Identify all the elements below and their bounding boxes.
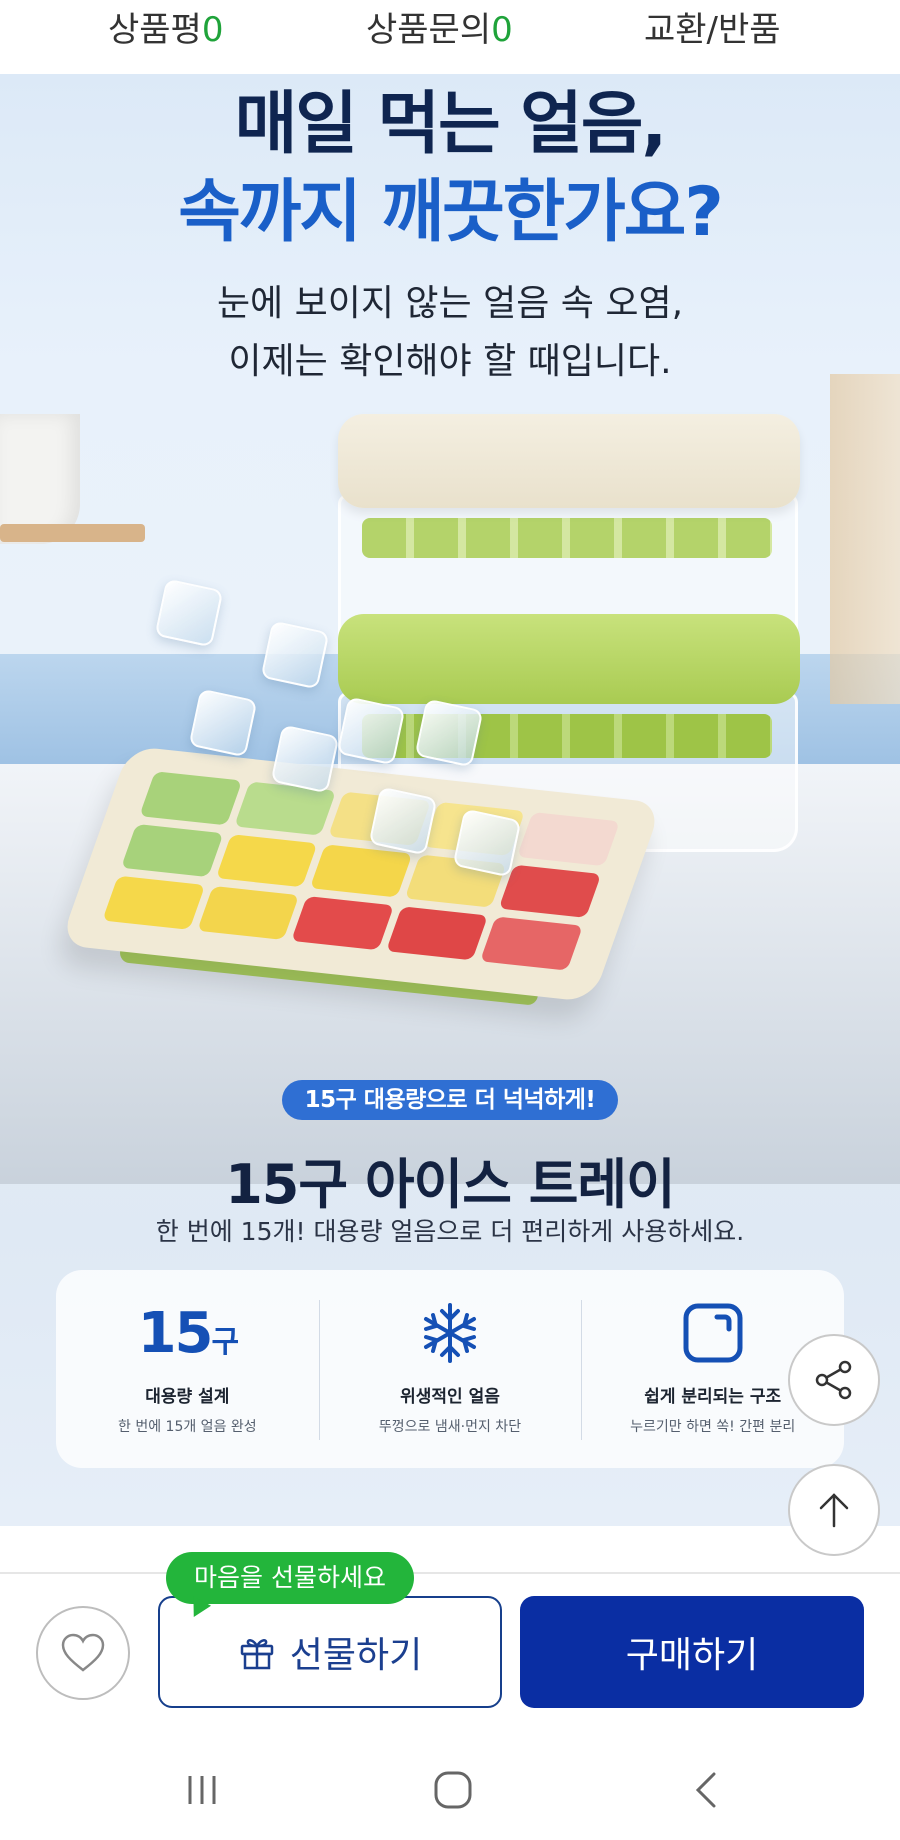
ice-cube bbox=[260, 620, 330, 690]
container-middle-lid bbox=[338, 614, 800, 704]
ice-cube bbox=[336, 696, 406, 766]
feature-capacity: 15구 대용량 설계 한 번에 15개 얼음 완성 bbox=[56, 1270, 319, 1468]
recent-apps-button[interactable] bbox=[172, 1760, 232, 1820]
home-button[interactable] bbox=[423, 1760, 483, 1820]
system-navigation-bar bbox=[0, 1740, 900, 1840]
gift-button-label: 선물하기 bbox=[289, 1635, 423, 1676]
tab-exchange-label: 교환/반품 bbox=[644, 10, 781, 50]
ice-cube bbox=[452, 808, 522, 878]
back-button[interactable] bbox=[676, 1760, 736, 1820]
tab-qna[interactable]: 상품문의0 bbox=[366, 2, 513, 50]
product-description: 한 번에 15개! 대용량 얼음으로 더 편리하게 사용하세요. bbox=[155, 1217, 745, 1246]
arrow-up-icon bbox=[819, 1493, 849, 1528]
feature-hygiene-sub: 뚜껑으로 냄새·먼지 차단 bbox=[378, 1419, 522, 1435]
feature-hygiene: 위생적인 얼음 뚜껑으로 냄새·먼지 차단 bbox=[318, 1270, 582, 1468]
scroll-top-button[interactable] bbox=[788, 1464, 880, 1556]
product-title: 15구 아이스 트레이 bbox=[225, 1153, 676, 1216]
tab-qna-label: 상품문의 bbox=[366, 10, 492, 50]
back-icon bbox=[695, 1772, 716, 1808]
wooden-rack-right bbox=[830, 374, 900, 704]
hero-headline-line1: 매일 먹는 얼음, bbox=[234, 85, 668, 164]
tab-review-count: 0 bbox=[201, 10, 224, 50]
hero-headline-line2: 속까지 깨끗한가요? bbox=[178, 173, 724, 252]
share-button[interactable] bbox=[788, 1334, 880, 1426]
container-top-tray bbox=[362, 518, 772, 558]
15-compartment-icon: 15구 bbox=[56, 1298, 319, 1368]
tab-exchange-return[interactable]: 교환/반품 bbox=[644, 2, 781, 50]
gift-button[interactable]: 선물하기 bbox=[158, 1596, 502, 1708]
feature-capacity-sub: 한 번에 15개 얼음 완성 bbox=[118, 1419, 257, 1435]
buy-button-label: 구매하기 bbox=[625, 1635, 759, 1676]
ice-cube bbox=[154, 578, 224, 648]
tab-review-label: 상품평 bbox=[108, 10, 202, 50]
feature-capacity-title: 대용량 설계 bbox=[145, 1387, 230, 1407]
hero-subline-2: 이제는 확인해야 할 때입니다. bbox=[228, 341, 672, 382]
feature-capacity-unit: 구 bbox=[211, 1324, 240, 1360]
feature-card: 15구 대용량 설계 한 번에 15개 얼음 완성 위생적인 얼음 뚜껑으로 냄… bbox=[56, 1270, 844, 1468]
wooden-rack bbox=[0, 524, 145, 542]
ice-cube bbox=[414, 698, 484, 768]
share-icon bbox=[815, 1360, 852, 1400]
gift-tooltip: 마음을 선물하세요 bbox=[166, 1552, 414, 1604]
buy-button[interactable]: 구매하기 bbox=[520, 1596, 864, 1708]
heart-icon bbox=[61, 1633, 105, 1672]
ice-cube bbox=[188, 688, 258, 758]
feature-separate-sub: 누르기만 하면 쏙! 간편 분리 bbox=[630, 1419, 796, 1435]
snowflake-icon bbox=[319, 1298, 582, 1368]
recent-apps-icon bbox=[188, 1776, 216, 1804]
hero-subline-1: 눈에 보이지 않는 얼음 속 오염, bbox=[216, 283, 684, 324]
feature-hygiene-title: 위생적인 얼음 bbox=[400, 1387, 500, 1407]
product-tab-bar: 상품평0 상품문의0 교환/반품 bbox=[0, 0, 900, 74]
product-detail-banner: 매일 먹는 얼음, 속까지 깨끗한가요? 눈에 보이지 않는 얼음 속 오염, … bbox=[0, 74, 900, 1526]
tab-review[interactable]: 상품평0 bbox=[108, 2, 223, 50]
wishlist-button[interactable] bbox=[36, 1606, 130, 1700]
capacity-badge: 15구 대용량으로 더 넉넉하게! bbox=[282, 1080, 618, 1120]
ice-cube bbox=[270, 724, 340, 794]
feature-capacity-number: 15 bbox=[137, 1300, 214, 1366]
home-icon bbox=[434, 1771, 472, 1809]
bottom-bar-divider bbox=[0, 1572, 900, 1574]
tab-qna-count: 0 bbox=[491, 10, 513, 50]
ice-cube bbox=[368, 786, 438, 856]
gift-icon bbox=[240, 1639, 273, 1670]
ice-tray-cells bbox=[102, 771, 620, 971]
container-top-lid bbox=[338, 414, 800, 508]
